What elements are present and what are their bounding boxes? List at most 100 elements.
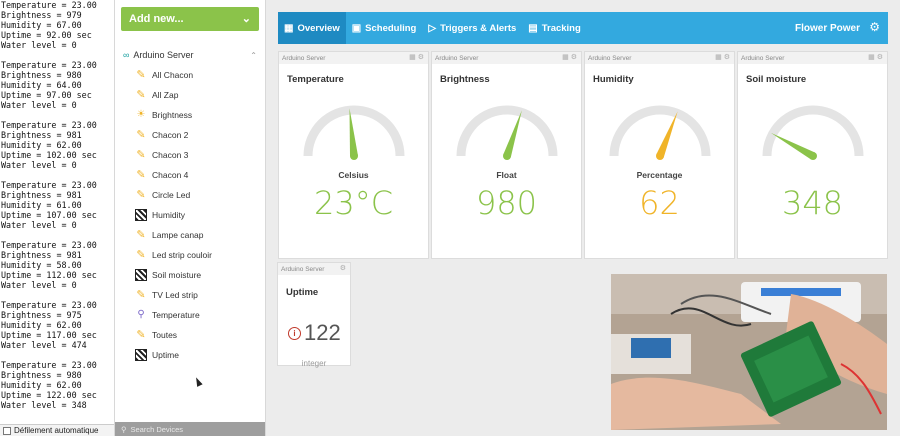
device-group-arduino-server[interactable]: ∞ Arduino Server	[123, 50, 193, 60]
device-item[interactable]: ✎ TV Led strip	[135, 285, 212, 305]
widget-unit: integer	[301, 359, 327, 368]
serial-line: Temperature = 23.00	[1, 60, 97, 70]
widget-header: Arduino Server ⚙	[278, 263, 350, 275]
serial-line: Uptime = 117.00 sec	[1, 330, 97, 340]
gauge-dial	[609, 105, 711, 160]
widget-value: 62	[639, 184, 680, 222]
serial-output: Temperature = 23.00 Brightness = 979 Humid…	[1, 0, 97, 410]
device-label: All Chacon	[152, 70, 194, 80]
device-item[interactable]: ✎ Toutes	[135, 325, 212, 345]
tab-overview[interactable]: ▦ Overview	[278, 12, 346, 44]
autoscroll-checkbox[interactable]	[3, 426, 11, 435]
wrench-icon: ✎	[136, 229, 146, 241]
search-devices-bar[interactable]: ⚲ Search Devices	[115, 422, 265, 436]
serial-line: Water level = 0	[1, 100, 77, 110]
tab-scheduling[interactable]: ▣ Scheduling	[346, 12, 423, 44]
calendar-icon: ▣	[351, 22, 362, 34]
device-label: Temperature	[152, 310, 200, 320]
device-item[interactable]: ✎ Led strip couloir	[135, 245, 212, 265]
serial-line: Humidity = 62.00	[1, 320, 82, 330]
striped-sensor-icon	[135, 269, 147, 281]
serial-line: Uptime = 122.00 sec	[1, 390, 97, 400]
widget-temperature: Arduino Server ▦ ⚙ Temperature Celsius 23°C	[278, 51, 429, 259]
serial-line: Temperature = 23.00	[1, 180, 97, 190]
widget-value: 122	[304, 320, 341, 345]
serial-line: Brightness = 975	[1, 310, 82, 320]
widget-menu-icon[interactable]: ▦ ⚙	[715, 53, 730, 61]
tab-triggers-alerts[interactable]: ▷ Triggers & Alerts	[422, 12, 522, 44]
widget-source: Arduino Server	[588, 54, 632, 62]
serial-line: Uptime = 92.00 sec	[1, 30, 92, 40]
gear-icon[interactable]: ⚙	[869, 20, 880, 34]
arduino-hand-photo	[611, 274, 887, 430]
widget-header: Arduino Server ▦ ⚙	[738, 52, 887, 64]
widget-title: Brightness	[440, 74, 490, 85]
wrench-icon: ✎	[136, 329, 146, 341]
widget-menu-icon[interactable]: ▦ ⚙	[562, 53, 577, 61]
widget-value: 348	[781, 184, 844, 222]
gauge-needle	[349, 108, 358, 157]
device-item[interactable]: Soil moisture	[135, 265, 212, 285]
autoscroll-bar: Défilement automatique	[0, 424, 114, 436]
serial-line: Brightness = 981	[1, 130, 82, 140]
widget-title: Humidity	[593, 74, 634, 85]
gauge-hub	[656, 152, 664, 160]
wrench-icon: ✎	[136, 289, 146, 301]
search-devices-input[interactable]: Search Devices	[131, 425, 184, 434]
device-item[interactable]: ✎ Chacon 3	[135, 145, 212, 165]
device-item[interactable]: ✎ Lampe canap	[135, 225, 212, 245]
tab-label: Scheduling	[365, 22, 417, 34]
widget-humidity: Arduino Server ▦ ⚙ Humidity Percentage 62	[584, 51, 735, 259]
device-label: Brightness	[152, 110, 193, 120]
device-item[interactable]: Uptime	[135, 345, 212, 365]
serial-line: Water level = 0	[1, 280, 77, 290]
striped-sensor-icon	[135, 349, 147, 361]
gauge-dial	[303, 105, 405, 160]
widget-unit: Celsius	[338, 170, 369, 180]
serial-line	[1, 110, 97, 120]
add-new-button[interactable]: Add new... ⌄	[121, 7, 259, 31]
tab-label: Tracking	[541, 22, 581, 34]
widget-soil-moisture: Arduino Server ▦ ⚙ Soil moisture 348	[737, 51, 888, 259]
widget-value: 980	[475, 184, 538, 222]
wrench-icon: ✎	[136, 169, 146, 181]
device-item[interactable]: ☀ Brightness	[135, 105, 212, 125]
device-item[interactable]: ✎ Circle Led	[135, 185, 212, 205]
serial-line: Uptime = 102.00 sec	[1, 150, 97, 160]
info-icon: i	[288, 326, 301, 340]
widget-menu-icon[interactable]: ▦ ⚙	[409, 53, 424, 61]
serial-line	[1, 230, 97, 240]
gauge-needle	[770, 132, 815, 160]
top-nav: ▦ Overview ▣ Scheduling ▷ Triggers & Ale…	[278, 12, 888, 44]
wrench-icon: ✎	[136, 129, 146, 141]
tab-tracking[interactable]: ▤ Tracking	[522, 12, 587, 44]
widget-menu-icon[interactable]: ▦ ⚙	[868, 53, 883, 61]
device-item[interactable]: ✎ All Chacon	[135, 65, 212, 85]
device-item[interactable]: ✎ Chacon 4	[135, 165, 212, 185]
gauge-dial	[762, 105, 864, 160]
tab-label: Triggers & Alerts	[440, 22, 517, 34]
widget-unit: Float	[496, 170, 517, 180]
sidebar: Add new... ⌄ ∞ Arduino Server ⌃ ✎ All Cha…	[114, 0, 266, 436]
serial-line: Humidity = 64.00	[1, 80, 82, 90]
device-item[interactable]: ✎ All Zap	[135, 85, 212, 105]
serial-line: Uptime = 107.00 sec	[1, 210, 97, 220]
collapse-caret-icon[interactable]: ⌃	[250, 51, 257, 60]
serial-line: Humidity = 67.00	[1, 20, 82, 30]
gear-icon[interactable]: ⚙	[340, 264, 346, 272]
widget-brightness: Arduino Server ▦ ⚙ Brightness Float 980	[431, 51, 582, 259]
serial-line: Humidity = 62.00	[1, 140, 82, 150]
serial-line: Water level = 474	[1, 340, 87, 350]
serial-line: Brightness = 981	[1, 250, 82, 260]
device-item[interactable]: ✎ Chacon 2	[135, 125, 212, 145]
widget-source: Arduino Server	[281, 265, 325, 273]
device-item[interactable]: ⚲ Temperature	[135, 305, 212, 325]
device-label: Toutes	[152, 330, 178, 340]
device-item[interactable]: Humidity	[135, 205, 212, 225]
uptime-value-row: i 122	[288, 320, 341, 346]
widget-source: Arduino Server	[435, 54, 479, 62]
serial-line: Humidity = 58.00	[1, 260, 82, 270]
device-label: Uptime	[152, 350, 179, 360]
serial-line: Temperature = 23.00	[1, 360, 97, 370]
widget-source: Arduino Server	[282, 54, 326, 62]
